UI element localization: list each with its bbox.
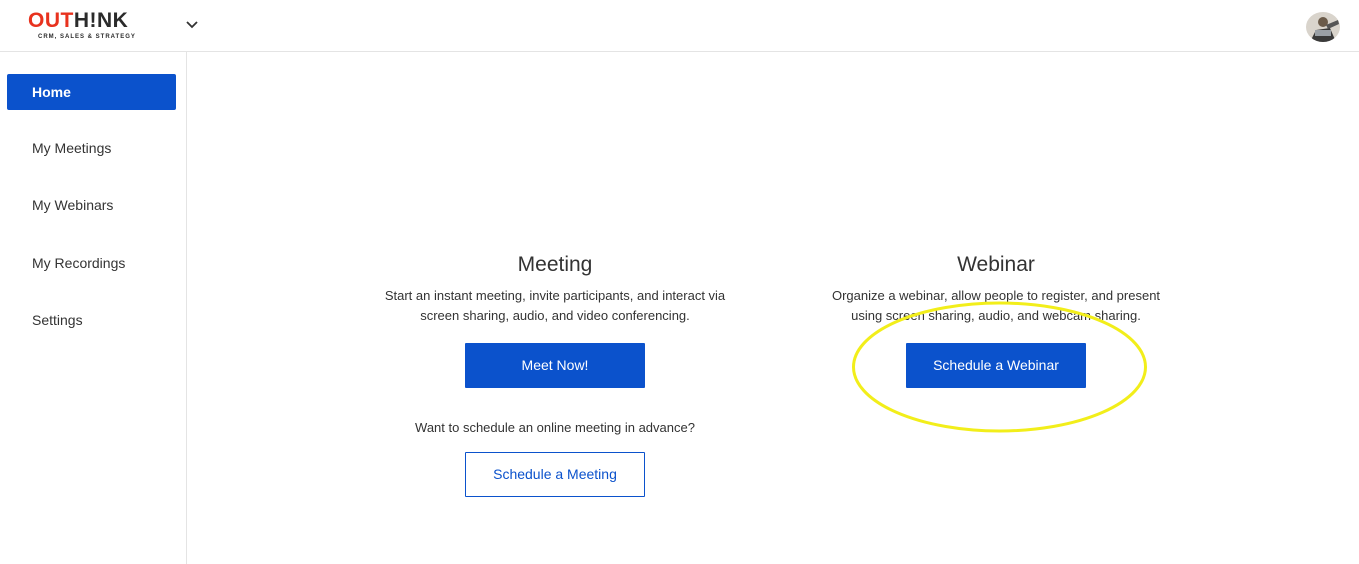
meeting-description: Start an instant meeting, invite partici… bbox=[384, 288, 726, 323]
sidebar-item-my-meetings[interactable]: My Meetings bbox=[7, 130, 176, 166]
meet-now-button[interactable]: Meet Now! bbox=[465, 343, 645, 388]
logo-wordmark: OUTH!NK bbox=[28, 9, 129, 32]
sidebar-item-my-recordings[interactable]: My Recordings bbox=[7, 245, 176, 281]
schedule-meeting-button[interactable]: Schedule a Meeting bbox=[465, 452, 645, 497]
webinar-description: Organize a webinar, allow people to regi… bbox=[831, 288, 1161, 323]
meeting-section: Meeting Start an instant meeting, invite… bbox=[355, 252, 755, 326]
schedule-meeting-prompt: Want to schedule an online meeting in ad… bbox=[415, 420, 695, 435]
webinar-title: Webinar bbox=[957, 253, 1035, 276]
top-bar: OUTH!NK CRM, SALES & STRATEGY bbox=[0, 0, 1359, 52]
logo-tagline: CRM, SALES & STRATEGY bbox=[38, 34, 136, 40]
schedule-webinar-button[interactable]: Schedule a Webinar bbox=[906, 343, 1086, 388]
chevron-down-icon[interactable] bbox=[184, 16, 200, 32]
user-avatar[interactable] bbox=[1306, 12, 1340, 42]
webinar-section: Webinar Organize a webinar, allow people… bbox=[796, 252, 1196, 326]
sidebar-item-settings[interactable]: Settings bbox=[7, 302, 176, 338]
sidebar-item-my-webinars[interactable]: My Webinars bbox=[7, 187, 176, 223]
sidebar-item-home[interactable]: Home bbox=[7, 74, 176, 110]
sidebar: Home My Meetings My Webinars My Recordin… bbox=[0, 52, 187, 564]
outthink-logo[interactable]: OUTH!NK CRM, SALES & STRATEGY bbox=[28, 10, 158, 46]
meeting-title: Meeting bbox=[517, 253, 593, 276]
